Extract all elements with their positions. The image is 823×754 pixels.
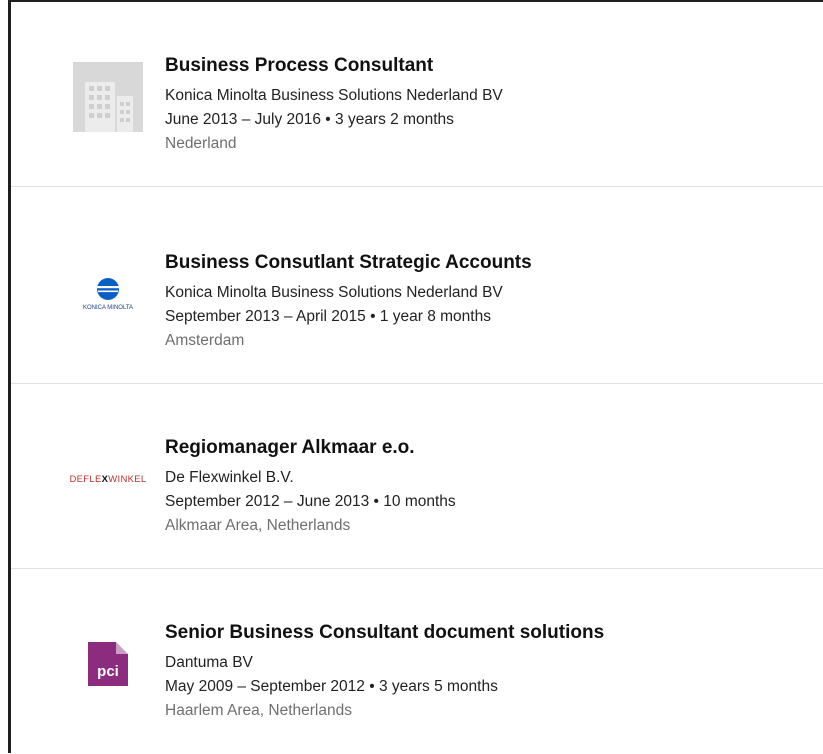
experience-item[interactable]: Business Process Consultant Konica Minol… (11, 2, 823, 187)
date-range: September 2012 – June 2013 • 10 months (165, 493, 456, 510)
date-range: May 2009 – September 2012 • 3 years 5 mo… (165, 678, 498, 695)
deflexwinkel-logo: DEFLEXWINKEL (70, 474, 147, 485)
date-range: September 2013 – April 2015 • 1 year 8 m… (165, 308, 491, 325)
pci-logo: pci (88, 642, 128, 686)
job-location: Amsterdam (165, 332, 245, 349)
company-logo[interactable]: DEFLEXWINKEL (65, 444, 151, 514)
page-fold-icon (116, 642, 128, 654)
job-title[interactable]: Business Consutlant Strategic Accounts (165, 251, 532, 275)
job-location: Haarlem Area, Netherlands (165, 702, 352, 719)
logo-text: pci (97, 663, 119, 680)
job-title[interactable]: Business Process Consultant (165, 54, 503, 78)
experience-item[interactable]: DEFLEXWINKEL Regiomanager Alkmaar e.o. D… (11, 384, 823, 569)
konica-minolta-globe-icon (97, 278, 119, 300)
company-name[interactable]: Konica Minolta Business Solutions Nederl… (165, 84, 503, 108)
job-location: Alkmaar Area, Netherlands (165, 517, 351, 534)
date-range: June 2013 – July 2016 • 3 years 2 months (165, 111, 454, 128)
job-title[interactable]: Senior Business Consultant document solu… (165, 621, 604, 645)
building-icon (73, 62, 143, 132)
logo-text-part: WINKEL (108, 473, 147, 485)
experience-details: Business Process Consultant Konica Minol… (165, 54, 503, 156)
logo-text: KONICA MINOLTA (82, 305, 134, 311)
company-name[interactable]: De Flexwinkel B.V. (165, 466, 456, 490)
experience-details: Senior Business Consultant document solu… (165, 621, 604, 723)
experience-details: Business Consutlant Strategic Accounts K… (165, 251, 532, 353)
logo-text-part: DEFLE (69, 473, 102, 485)
konica-minolta-logo: KONICA MINOLTA (83, 277, 133, 311)
company-logo[interactable]: pci (73, 629, 143, 699)
experience-item[interactable]: KONICA MINOLTA Business Consutlant Strat… (11, 199, 823, 384)
company-logo[interactable]: KONICA MINOLTA (73, 259, 143, 329)
job-location: Nederland (165, 135, 237, 152)
experience-details: Regiomanager Alkmaar e.o. De Flexwinkel … (165, 436, 456, 538)
company-name[interactable]: Konica Minolta Business Solutions Nederl… (165, 281, 532, 305)
experience-item[interactable]: pci Senior Business Consultant document … (11, 569, 823, 754)
experience-panel: Business Process Consultant Konica Minol… (8, 0, 823, 753)
company-logo[interactable] (73, 62, 143, 132)
job-title[interactable]: Regiomanager Alkmaar e.o. (165, 436, 456, 460)
company-name[interactable]: Dantuma BV (165, 651, 604, 675)
